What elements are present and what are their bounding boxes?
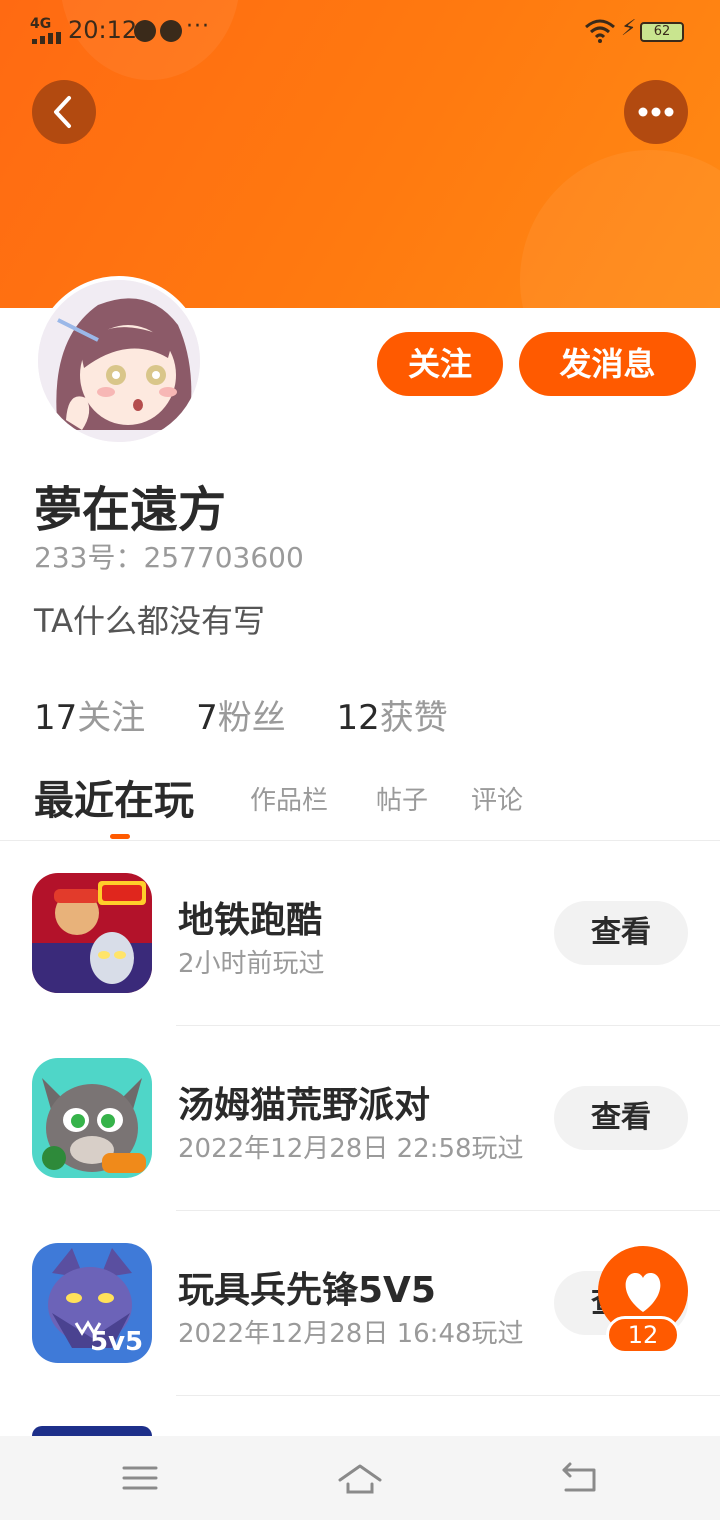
home-icon[interactable] [336, 1454, 384, 1502]
likes-count: 12 [336, 698, 380, 738]
game-title: 地铁跑酷 [178, 900, 323, 941]
game-title: 汤姆猫荒野派对 [178, 1085, 431, 1126]
more-notifications-icon: ··· [186, 14, 210, 39]
anime-girl-avatar-image [38, 280, 200, 442]
like-count-badge: 12 [606, 1316, 680, 1354]
following-stat[interactable]: 17关注 [34, 690, 145, 739]
send-message-button[interactable]: 发消息 [519, 332, 696, 396]
header-decoration [520, 150, 720, 308]
status-bar: 4G 20:12 ··· ⚡ 62 [0, 0, 720, 64]
follow-button[interactable]: 关注 [377, 332, 503, 396]
user-bio: TA什么都没有写 [34, 602, 265, 640]
game-title: 玩具兵先锋5V5 [178, 1270, 436, 1311]
tab-posts[interactable]: 帖子 [376, 780, 428, 817]
talking-tom-game-icon [32, 1058, 152, 1178]
profile-header-banner: 4G 20:12 ··· ⚡ 62 [0, 0, 720, 308]
game-last-played: 2小时前玩过 [178, 949, 325, 979]
followers-count: 7 [196, 698, 218, 738]
chevron-left-icon [54, 96, 71, 128]
signal-icon [32, 32, 62, 44]
status-time: 20:12 [68, 16, 138, 44]
likes-stat[interactable]: 12获赞 [337, 690, 448, 739]
user-id-label: 233号： [34, 541, 144, 574]
wolf-5v5-game-icon: 5v5 [32, 1243, 152, 1363]
followers-label: 粉丝 [217, 698, 286, 738]
tab-recently-played[interactable]: 最近在玩 [34, 768, 194, 826]
charging-icon: ⚡ [621, 16, 637, 41]
list-divider [176, 1395, 720, 1396]
back-button[interactable] [32, 80, 96, 144]
battery-icon: 62 [640, 22, 684, 42]
game-list-item[interactable]: 地铁跑酷 2小时前玩过 查看 [0, 841, 720, 1026]
message-icon [134, 20, 156, 42]
user-avatar[interactable] [34, 276, 204, 446]
view-game-button[interactable]: 查看 [554, 1086, 688, 1150]
subway-surfers-game-icon [32, 873, 152, 993]
more-dots-icon [638, 107, 674, 117]
partial-game-icon [32, 1426, 152, 1436]
user-id-value: 257703600 [143, 541, 304, 574]
game-icon-badge: 5v5 [90, 1327, 144, 1357]
following-label: 关注 [77, 698, 146, 738]
user-id: 233号：257703600 [34, 536, 304, 576]
followers-stat[interactable]: 7粉丝 [196, 690, 286, 739]
view-game-button[interactable]: 查看 [554, 901, 688, 965]
user-nickname: 夢在遠方 [34, 482, 227, 538]
likes-label: 获赞 [379, 698, 448, 738]
tiktok-icon [160, 20, 182, 42]
game-last-played: 2022年12月28日 22:58玩过 [178, 1134, 524, 1164]
game-last-played: 2022年12月28日 16:48玩过 [178, 1319, 524, 1349]
menu-icon[interactable] [116, 1454, 164, 1502]
tab-comments[interactable]: 评论 [471, 780, 523, 817]
network-type: 4G [30, 16, 52, 32]
following-count: 17 [34, 698, 78, 738]
more-options-button[interactable] [624, 80, 688, 144]
active-tab-indicator [110, 834, 130, 839]
back-icon[interactable] [556, 1454, 604, 1502]
user-stats: 17关注 7粉丝 12获赞 [34, 690, 488, 739]
wifi-icon [585, 19, 615, 43]
system-navigation-bar [0, 1436, 720, 1520]
game-list-item[interactable]: 汤姆猫荒野派对 2022年12月28日 22:58玩过 查看 [0, 1026, 720, 1211]
tab-works[interactable]: 作品栏 [250, 780, 328, 817]
